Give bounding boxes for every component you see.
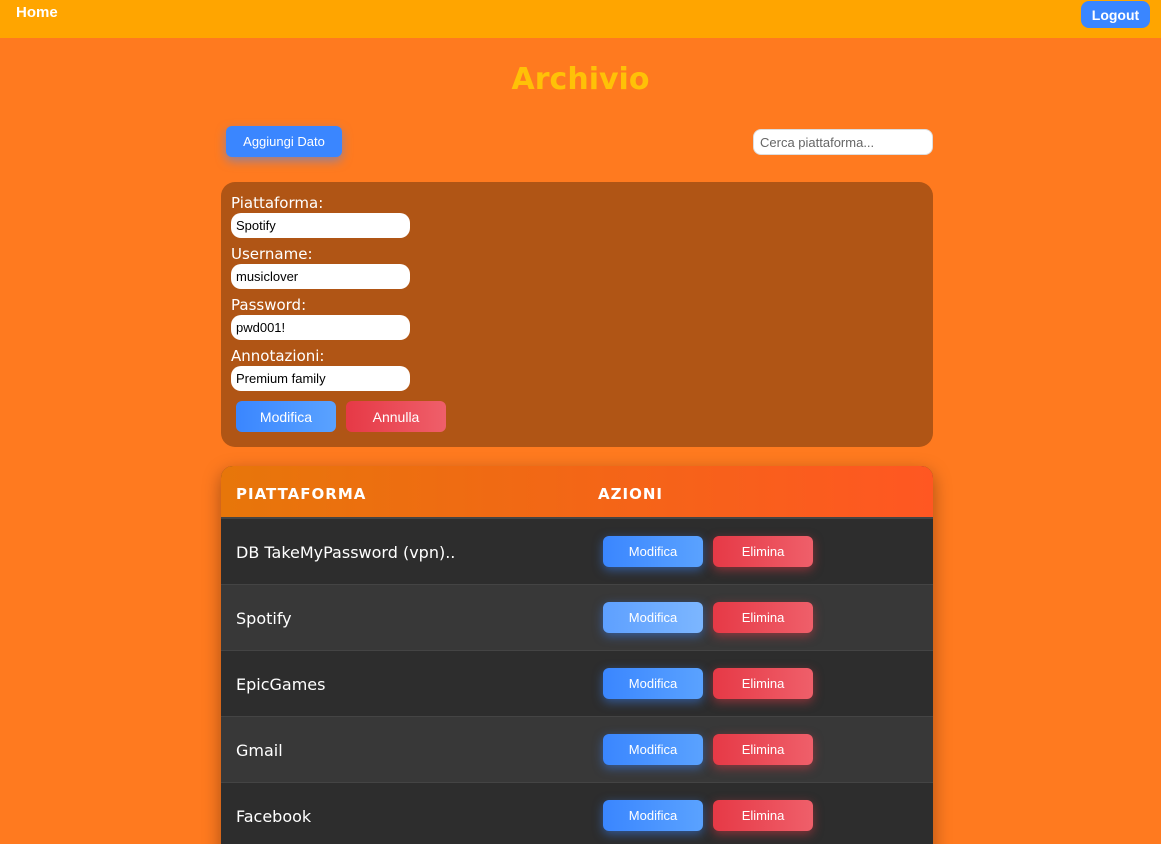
password-label: Password:: [231, 296, 307, 314]
platform-table: PIATTAFORMA AZIONI DB TakeMyPassword (vp…: [221, 466, 933, 844]
column-header-platform: PIATTAFORMA: [236, 485, 367, 503]
table-row: Spotify Modifica Elimina: [221, 585, 933, 651]
edit-button[interactable]: Modifica: [603, 668, 703, 699]
username-field[interactable]: [231, 264, 410, 289]
save-edit-button[interactable]: Modifica: [236, 401, 336, 432]
username-label: Username:: [231, 245, 313, 263]
platform-name: DB TakeMyPassword (vpn)..: [236, 543, 456, 562]
cancel-edit-button[interactable]: Annulla: [346, 401, 446, 432]
platform-field[interactable]: [231, 213, 410, 238]
edit-button[interactable]: Modifica: [603, 734, 703, 765]
table-row: Gmail Modifica Elimina: [221, 717, 933, 783]
platform-name: Spotify: [236, 609, 292, 628]
page-title: Archivio: [511, 62, 650, 97]
delete-button[interactable]: Elimina: [713, 668, 813, 699]
platform-name: EpicGames: [236, 675, 326, 694]
delete-button[interactable]: Elimina: [713, 800, 813, 831]
notes-field[interactable]: [231, 366, 410, 391]
home-link[interactable]: Home: [16, 4, 58, 21]
delete-button[interactable]: Elimina: [713, 734, 813, 765]
edit-form-panel: Piattaforma: Username: Password: Annotaz…: [221, 182, 933, 447]
delete-button[interactable]: Elimina: [713, 602, 813, 633]
edit-button[interactable]: Modifica: [603, 602, 703, 633]
password-field[interactable]: [231, 315, 410, 340]
table-row: DB TakeMyPassword (vpn).. Modifica Elimi…: [221, 519, 933, 585]
table-row: EpicGames Modifica Elimina: [221, 651, 933, 717]
add-data-button[interactable]: Aggiungi Dato: [226, 126, 342, 157]
platform-name: Facebook: [236, 807, 312, 826]
table-row: Facebook Modifica Elimina: [221, 783, 933, 844]
notes-label: Annotazioni:: [231, 347, 325, 365]
search-input[interactable]: [753, 129, 933, 155]
edit-button[interactable]: Modifica: [603, 800, 703, 831]
top-navbar: Home Logout: [0, 0, 1161, 38]
platform-name: Gmail: [236, 741, 283, 760]
logout-button[interactable]: Logout: [1081, 1, 1150, 28]
edit-button[interactable]: Modifica: [603, 536, 703, 567]
delete-button[interactable]: Elimina: [713, 536, 813, 567]
platform-label: Piattaforma:: [231, 194, 324, 212]
table-header: PIATTAFORMA AZIONI: [221, 466, 933, 519]
column-header-actions: AZIONI: [598, 485, 663, 503]
